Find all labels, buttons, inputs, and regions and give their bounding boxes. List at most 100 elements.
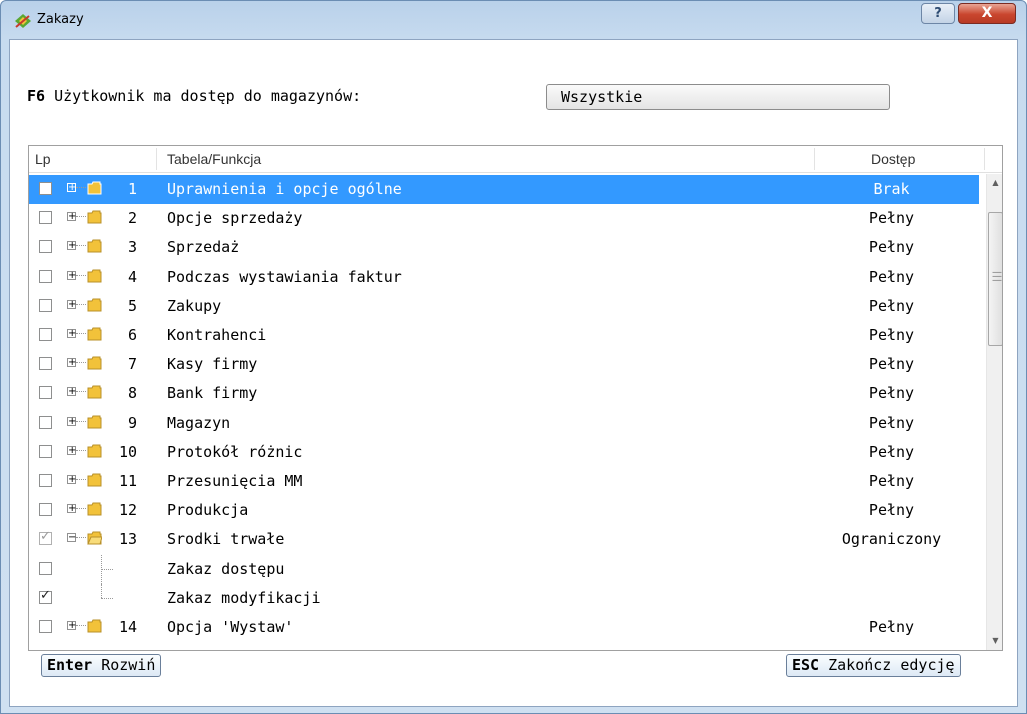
row-access-level: Pełny: [868, 238, 915, 257]
row-access-level: Pełny: [868, 618, 915, 636]
grid-row[interactable]: +1 Uprawnienia i opcje ogólne Brak: [29, 175, 979, 204]
scroll-thumb[interactable]: — — —: [988, 212, 1002, 346]
folder-icon: [87, 619, 102, 633]
tree-connector: [101, 568, 113, 570]
folder-icon: [87, 269, 102, 283]
column-divider[interactable]: [814, 148, 815, 170]
column-header-lp[interactable]: Lp: [35, 151, 51, 167]
expand-icon[interactable]: +: [67, 416, 76, 426]
grid-row[interactable]: ✓ − 13 Srodki trwałe Ograniczony: [29, 525, 979, 554]
tree-connector: [76, 216, 86, 218]
tree-connector: [76, 449, 86, 451]
warehouse-access-text: Użytkownik ma dostęp do magazynów:: [54, 87, 362, 105]
row-checkbox[interactable]: [39, 328, 52, 341]
row-access-level: Pełny: [868, 501, 915, 520]
expand-icon[interactable]: +: [67, 299, 76, 309]
column-header-access[interactable]: Dostęp: [871, 151, 915, 167]
row-name: Podczas wystawiania faktur: [167, 267, 402, 286]
row-checkbox[interactable]: [39, 561, 52, 575]
expand-icon[interactable]: +: [67, 475, 76, 485]
expand-icon[interactable]: +: [67, 329, 76, 339]
grid-row[interactable]: +8 Bank firmy Pełny: [29, 379, 979, 408]
row-checkbox[interactable]: [39, 211, 52, 225]
row-access-level: Pełny: [868, 267, 915, 286]
help-button[interactable]: ?: [921, 3, 955, 24]
row-number: 5: [127, 296, 137, 315]
column-divider[interactable]: [156, 148, 157, 170]
row-checkbox[interactable]: ✓: [39, 588, 52, 604]
collapse-icon[interactable]: −: [67, 533, 76, 543]
grid-row[interactable]: +6 Kontrahenci Pełny: [29, 321, 979, 350]
row-checkbox[interactable]: ✓: [39, 529, 52, 546]
expand-icon[interactable]: +: [67, 504, 76, 514]
row-name: Magazyn: [167, 413, 231, 432]
row-checkbox[interactable]: [39, 269, 52, 283]
row-checkbox[interactable]: [39, 240, 52, 254]
finish-editing-button[interactable]: ESC Zakończ edycję: [786, 654, 961, 677]
row-name: Kontrahenci: [167, 326, 267, 344]
row-access-level: Pełny: [868, 442, 915, 461]
grid-row[interactable]: +9 Magazyn Pełny: [29, 409, 979, 438]
grid-row[interactable]: +14 Opcja 'Wystaw' Pełny: [29, 613, 979, 642]
expand-icon[interactable]: +: [67, 241, 76, 251]
expand-icon[interactable]: +: [67, 445, 76, 455]
title-bar[interactable]: Zakazy ? X: [1, 1, 1026, 39]
row-access-level: Ograniczony: [841, 530, 942, 549]
row-checkbox[interactable]: [39, 182, 52, 195]
expand-icon[interactable]: +: [67, 358, 76, 368]
grid-row[interactable]: +7 Kasy firmy Pełny: [29, 350, 979, 379]
expand-icon[interactable]: +: [67, 270, 76, 280]
expand-label: Rozwiń: [101, 656, 156, 674]
row-access-level: Pełny: [868, 413, 915, 432]
grid-row[interactable]: +3 Sprzedaż Pełny: [29, 233, 979, 262]
row-checkbox[interactable]: [39, 474, 52, 487]
grid-row[interactable]: +12 Produkcja Pełny: [29, 496, 979, 525]
column-divider: [984, 148, 985, 170]
esc-hotkey: ESC: [792, 656, 820, 674]
vertical-scrollbar[interactable]: ▲ — — — ▼: [986, 174, 1002, 650]
row-access-level: Pełny: [868, 384, 915, 403]
row-checkbox[interactable]: [39, 503, 52, 517]
expand-icon[interactable]: +: [67, 387, 76, 397]
column-header-table[interactable]: Tabela/Funkcja: [167, 151, 261, 167]
tree-connector: [76, 362, 86, 364]
row-checkbox[interactable]: [39, 298, 52, 312]
grid-row[interactable]: +4 Podczas wystawiania faktur Pełny: [29, 263, 979, 292]
expand-icon[interactable]: +: [67, 183, 76, 193]
grid-row[interactable]: +10 Protokół różnic Pełny: [29, 438, 979, 467]
tree-connector: [76, 479, 86, 480]
row-number: 10: [118, 442, 137, 461]
expand-icon[interactable]: +: [67, 621, 76, 631]
row-number: 13: [118, 530, 137, 549]
row-checkbox[interactable]: [39, 415, 52, 429]
row-checkbox[interactable]: [39, 357, 52, 371]
grid-subrow[interactable]: ✓ Zakaz modyfikacji: [29, 583, 979, 613]
row-number: 8: [127, 384, 137, 403]
warehouse-select-button[interactable]: Wszystkie: [546, 84, 890, 110]
folder-icon: [87, 181, 102, 195]
tree-connector: [76, 391, 86, 393]
grid-row[interactable]: +5 Zakupy Pełny: [29, 292, 979, 321]
tree-connector: [76, 420, 86, 422]
close-button[interactable]: X: [958, 3, 1016, 24]
tree-connector: [76, 537, 86, 539]
row-checkbox[interactable]: [39, 386, 52, 400]
grid-row[interactable]: +11 Przesunięcia MM Pełny: [29, 467, 979, 496]
scroll-down-arrow-icon[interactable]: ▼: [987, 632, 1002, 649]
folder-icon: [87, 327, 102, 341]
scroll-up-arrow-icon[interactable]: ▲: [987, 174, 1002, 191]
expand-icon[interactable]: +: [67, 212, 76, 222]
row-checkbox[interactable]: [39, 620, 52, 633]
row-number: 14: [118, 618, 137, 636]
grid-subrow[interactable]: Zakaz dostępu: [29, 554, 979, 584]
row-name: Sprzedaż: [167, 238, 240, 257]
folder-icon: [87, 444, 102, 458]
grip-icon: — — —: [992, 267, 1002, 286]
tree-connector: [101, 597, 113, 599]
row-checkbox[interactable]: [39, 444, 52, 458]
row-number: 2: [127, 209, 137, 228]
grid-header: Lp Tabela/Funkcja Dostęp: [29, 146, 1002, 173]
row-number: 1: [127, 180, 137, 198]
grid-row[interactable]: +2 Opcje sprzedaży Pełny: [29, 204, 979, 233]
expand-button[interactable]: Enter Rozwiń: [41, 654, 162, 677]
